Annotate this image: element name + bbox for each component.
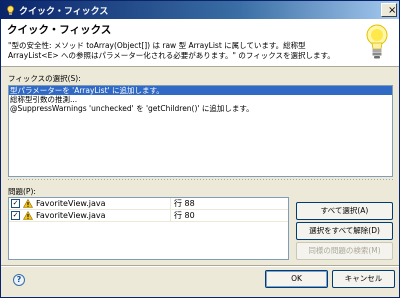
splitter-handle[interactable] xyxy=(8,178,393,181)
dialog-header: クイック・フィックス "型の安全性: メソッド toArray(Object[]… xyxy=(1,19,399,67)
header-description: "型の安全性: メソッド toArray(Object[]) は raw 型 A… xyxy=(8,41,335,60)
problem-file-name: FavoriteView.java xyxy=(36,211,106,220)
warning-icon xyxy=(23,199,33,208)
warning-icon xyxy=(23,211,33,220)
fix-list-label: フィックスの選択(S): xyxy=(8,74,81,83)
problem-file-cell: ✓ FavoriteView.java xyxy=(9,197,171,210)
problem-file-name: FavoriteView.java xyxy=(36,199,106,208)
table-row[interactable]: ✓ FavoriteView.java 行 80 xyxy=(9,209,288,222)
problem-file-cell: ✓ FavoriteView.java xyxy=(9,209,171,222)
select-all-button[interactable]: すべて選択(A) xyxy=(296,202,393,220)
fix-list-item[interactable]: 型パラメーターを 'ArrayList' に追加します。 xyxy=(9,86,392,95)
ok-button[interactable]: OK xyxy=(265,270,328,288)
problem-checkbox[interactable]: ✓ xyxy=(11,199,20,208)
problems-table[interactable]: ✓ FavoriteView.java 行 88 ✓ FavoriteView.java… xyxy=(8,197,289,260)
fix-list-item[interactable]: 総称型引数の推測... xyxy=(9,95,392,104)
fix-list[interactable]: 型パラメーターを 'ArrayList' に追加します。 総称型引数の推測... @… xyxy=(8,85,393,177)
quick-fix-icon xyxy=(4,4,16,16)
header-title: クイック・フィックス xyxy=(7,24,112,36)
title-bar[interactable]: クイック・フィックス × xyxy=(1,1,399,19)
table-row[interactable]: ✓ FavoriteView.java 行 88 xyxy=(9,197,288,210)
help-icon[interactable]: ? xyxy=(13,274,25,286)
problem-line-cell: 行 88 xyxy=(174,199,195,208)
problems-label: 問題(P): xyxy=(8,187,36,196)
find-similar-problems-button[interactable]: 同様の問題の検索(M) xyxy=(296,242,393,260)
footer-separator xyxy=(1,265,399,267)
cancel-button[interactable]: キャンセル xyxy=(332,270,395,288)
deselect-all-button[interactable]: 選択をすべて解除(D) xyxy=(296,222,393,240)
close-button[interactable]: × xyxy=(381,3,397,17)
window-title: クイック・フィックス xyxy=(19,6,109,17)
problem-checkbox[interactable]: ✓ xyxy=(11,211,20,220)
fix-list-item[interactable]: @SuppressWarnings 'unchecked' を 'getChil… xyxy=(9,104,392,113)
problem-line-cell: 行 80 xyxy=(174,211,195,220)
quick-fix-dialog: クイック・フィックス × クイック・フィックス "型の安全性: メソッド toA… xyxy=(0,0,400,298)
lightbulb-icon xyxy=(366,24,388,59)
